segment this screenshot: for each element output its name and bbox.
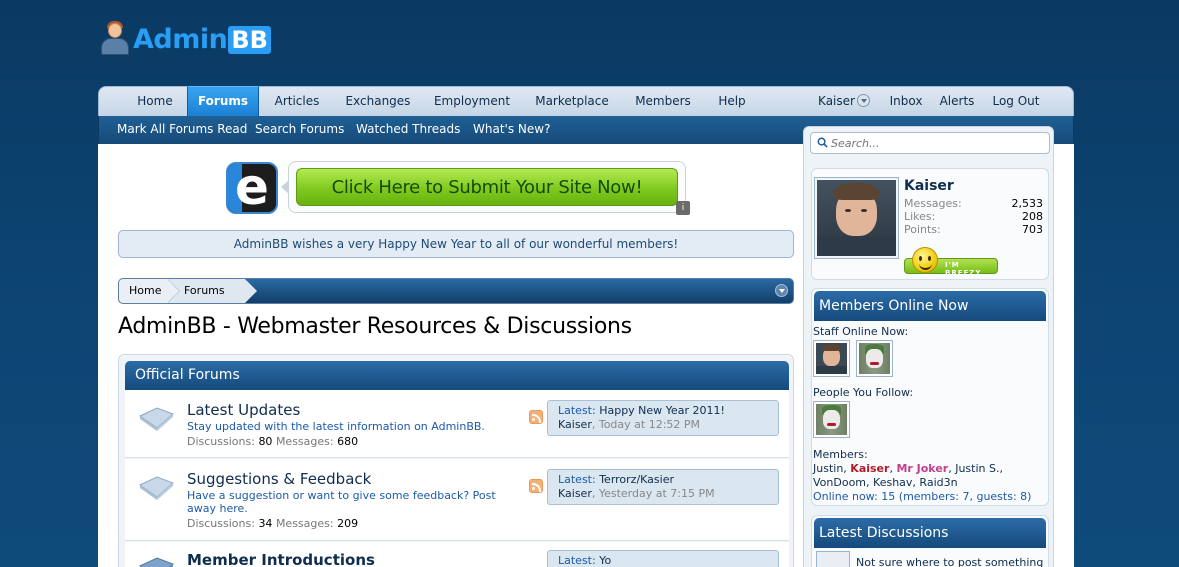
members-online-heading[interactable]: Members Online Now xyxy=(814,291,1046,321)
latest-post-link[interactable]: Happy New Year 2011! xyxy=(599,404,725,417)
avatar[interactable] xyxy=(813,401,850,438)
search-box xyxy=(803,126,1054,160)
forum-title-introductions[interactable]: Member Introductions xyxy=(187,551,375,567)
forum-row: Suggestions & Feedback Have a suggestion… xyxy=(125,459,789,541)
member-link[interactable]: Mr Joker xyxy=(896,462,948,475)
search-input[interactable] xyxy=(810,132,1050,154)
tab-help[interactable]: Help xyxy=(709,87,755,116)
latest-post-link[interactable]: Terrorz/Kasier xyxy=(599,473,674,486)
logout-link[interactable]: Log Out xyxy=(989,87,1043,116)
avatar[interactable] xyxy=(814,177,899,259)
forum-stats: Discussions: 34 Messages: 209 xyxy=(187,517,359,530)
tab-home[interactable]: Home xyxy=(127,87,183,116)
e-logo-icon: e xyxy=(226,162,278,214)
smiley-icon xyxy=(912,247,938,273)
rss-icon[interactable] xyxy=(529,410,543,424)
latest-post-user[interactable]: Kaiser xyxy=(558,418,592,431)
tab-members[interactable]: Members xyxy=(627,87,699,116)
latest-discussions-heading[interactable]: Latest Discussions xyxy=(814,518,1046,548)
user-menu[interactable]: Kaiser xyxy=(815,87,873,116)
forum-row: Latest Updates Stay updated with the lat… xyxy=(125,390,789,458)
logo-text-admin: Admin xyxy=(133,23,228,55)
visitor-stat-messages: Messages: 2,533 xyxy=(904,197,1043,210)
forum-read-icon xyxy=(139,476,174,500)
logo-text-bb: BB xyxy=(228,26,271,54)
breadcrumb: Forums Home xyxy=(118,278,794,304)
info-icon[interactable]: i xyxy=(676,201,690,215)
latest-post: Latest: Terrorz/Kasier Kaiser, Yesterday… xyxy=(547,469,779,505)
forum-list: Official Forums Latest Updates Stay upda… xyxy=(118,354,794,567)
forum-title-latest-updates[interactable]: Latest Updates xyxy=(187,401,300,419)
notice-bar: AdminBB wishes a very Happy New Year to … xyxy=(118,230,794,258)
submit-site-banner[interactable]: e Click Here to Submit Your Site Now! i xyxy=(226,161,690,215)
mood-label: I'M BREEZY xyxy=(945,261,982,277)
staff-online-label: Staff Online Now: xyxy=(813,325,909,338)
whats-new-link[interactable]: What's New? xyxy=(473,116,550,143)
avatar[interactable] xyxy=(813,340,850,377)
user-figure-icon xyxy=(99,21,131,57)
tab-employment[interactable]: Employment xyxy=(427,87,517,116)
forum-read-icon xyxy=(139,407,174,431)
main-navigation: Home Forums Articles Exchanges Employmen… xyxy=(98,86,1074,117)
discussion-link[interactable]: Not sure where to post something xyxy=(856,556,1043,567)
member-link[interactable]: Keshav xyxy=(873,476,912,489)
breadcrumb-home[interactable]: Home xyxy=(119,279,180,303)
forum-unread-icon xyxy=(139,557,174,567)
discussion-thumbnail[interactable] xyxy=(816,551,850,567)
chevron-down-icon[interactable] xyxy=(775,284,788,297)
tab-marketplace[interactable]: Marketplace xyxy=(527,87,617,116)
member-link[interactable]: Justin xyxy=(813,462,843,475)
forum-description: Stay updated with the latest information… xyxy=(187,420,485,433)
members-list: Members: Justin, Kaiser, Mr Joker, Justi… xyxy=(813,448,1003,489)
mood-badge[interactable]: I'M BREEZY xyxy=(904,247,998,277)
mark-forums-read-link[interactable]: Mark All Forums Read xyxy=(117,116,247,143)
people-you-follow-label: People You Follow: xyxy=(813,386,914,399)
user-menu-label: Kaiser xyxy=(818,94,855,108)
category-header[interactable]: Official Forums xyxy=(125,361,789,390)
search-icon xyxy=(817,137,828,148)
latest-post: Latest: Happy New Year 2011! Kaiser, Tod… xyxy=(547,400,779,436)
member-link[interactable]: Kaiser xyxy=(850,462,889,475)
member-link[interactable]: VonDoom xyxy=(813,476,866,489)
latest-post-user[interactable]: Kaiser xyxy=(558,487,592,500)
inbox-link[interactable]: Inbox xyxy=(883,87,929,116)
tab-forums[interactable]: Forums xyxy=(187,86,259,117)
forum-stats: Discussions: 80 Messages: 680 xyxy=(187,435,359,448)
member-link[interactable]: Justin S. xyxy=(955,462,999,475)
online-now-count[interactable]: Online now: 15 (members: 7, guests: 8) xyxy=(813,490,1031,503)
visitor-stat-likes: Likes: 208 xyxy=(904,210,1043,223)
avatar[interactable] xyxy=(856,340,893,377)
forum-description: Have a suggestion or want to give some f… xyxy=(187,489,496,515)
visitor-name[interactable]: Kaiser xyxy=(904,178,954,194)
forum-row: Member Introductions Latest: Yo xyxy=(125,542,789,567)
site-logo[interactable]: Admin BB xyxy=(99,17,271,61)
alerts-link[interactable]: Alerts xyxy=(935,87,979,116)
tab-exchanges[interactable]: Exchanges xyxy=(337,87,419,116)
tab-articles[interactable]: Articles xyxy=(265,87,329,116)
search-forums-link[interactable]: Search Forums xyxy=(255,116,344,143)
submit-site-button[interactable]: Click Here to Submit Your Site Now! xyxy=(296,168,678,206)
member-link[interactable]: Raid3n xyxy=(919,476,957,489)
watched-threads-link[interactable]: Watched Threads xyxy=(356,116,460,143)
forum-title-suggestions[interactable]: Suggestions & Feedback xyxy=(187,470,371,488)
chevron-down-icon xyxy=(856,94,870,107)
rss-icon[interactable] xyxy=(529,479,543,493)
latest-post-link[interactable]: Yo xyxy=(599,554,611,567)
visitor-stat-points: Points: 703 xyxy=(904,223,1043,236)
latest-post: Latest: Yo xyxy=(547,550,779,567)
page-title: AdminBB - Webmaster Resources & Discussi… xyxy=(118,314,632,339)
